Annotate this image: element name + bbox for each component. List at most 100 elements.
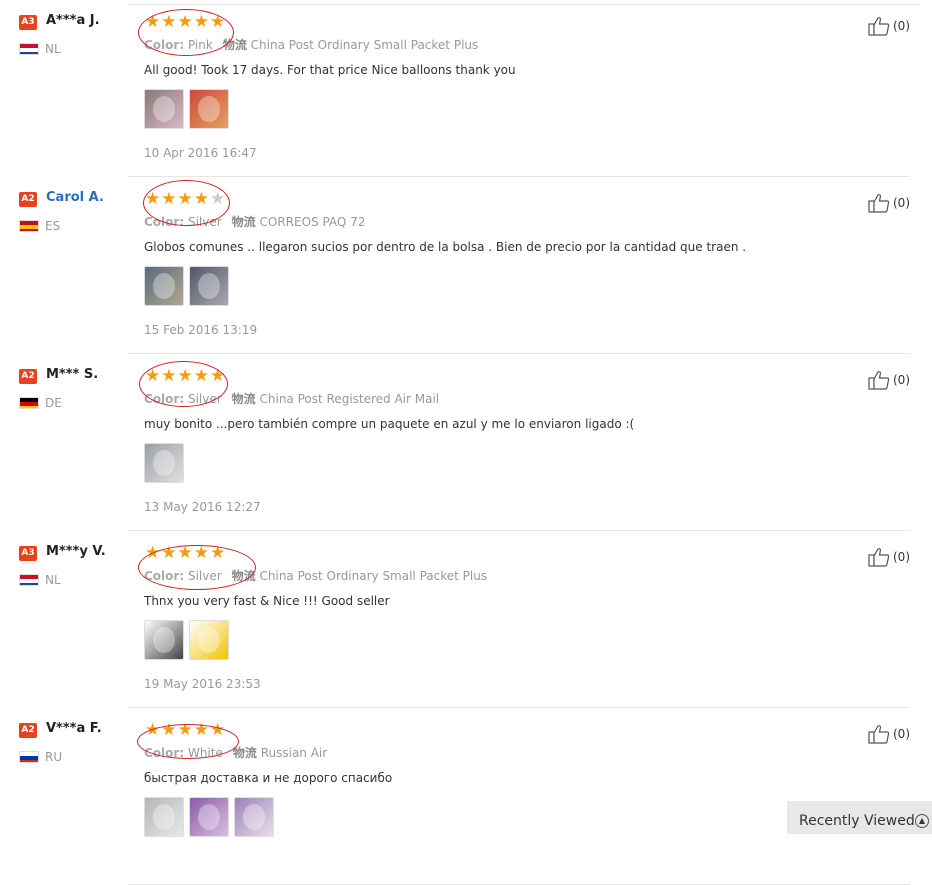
star-icon: ★ [193,720,209,740]
star-icon: ★ [145,543,161,563]
shipping-method: Russian Air [260,746,328,760]
shipping-method: China Post Registered Air Mail [259,392,440,406]
order-info: Color: Silver 物流 China Post Registered Ai… [144,390,439,407]
country-code: DE [45,396,62,410]
country-flag-icon [19,751,39,763]
color-label: Color: [144,569,185,583]
balloon-pink-photo[interactable] [144,89,184,129]
star-icon: ★ [161,12,177,32]
order-info: Color: Silver 物流 China Post Ordinary Smal… [144,567,487,584]
review-photos [144,266,229,306]
helpful-button[interactable]: (0) [868,547,910,567]
star-rating: ★ ★ ★ ★ ★ [145,12,225,32]
star-icon: ★ [210,366,226,386]
helpful-button[interactable]: (0) [868,193,910,213]
star-icon: ★ [193,543,209,563]
star-rating: ★ ★ ★ ★ ★ [145,366,225,386]
country-flag-icon [19,574,39,586]
shipping-label: 物流 [232,746,257,760]
star-rating: ★ ★ ★ ★ ★ [145,720,225,740]
reviewer-name: M*** S. [46,367,99,382]
order-info: Color: Pink 物流 China Post Ordinary Small … [144,36,478,53]
star-icon: ★ [145,12,161,32]
country-flag-icon [19,397,39,409]
color-value: Silver [187,215,222,229]
star-icon: ★ [161,366,177,386]
review-item: A2 Carol A. ES ★ ★ ★ ★ ★ Color: Silver 物流 CORREOS… [0,177,932,354]
reviewer-name: A***a J. [46,13,100,28]
recently-viewed-tab[interactable]: Recently Viewed ▲ [787,801,932,834]
star-rating: ★ ★ ★ ★ ★ [145,543,225,563]
thumbs-up-icon[interactable] [868,547,890,567]
balloon-package-photo[interactable] [144,443,184,483]
shipping-method: China Post Ordinary Small Packet Plus [250,38,479,52]
star-icon: ★ [193,366,209,386]
helpful-button[interactable]: (0) [868,370,910,390]
helpful-button[interactable]: (0) [868,16,910,36]
balloon-purple-photo[interactable] [189,797,229,837]
color-value: White [187,746,223,760]
review-comment: muy bonito ...pero también compre un paq… [144,417,635,431]
review-date: 19 May 2016 23:53 [144,677,261,691]
review-photos [144,89,229,129]
review-date: 13 May 2016 12:27 [144,500,261,514]
helpful-count: (0) [893,373,910,387]
balloon-bag-photo[interactable] [144,266,184,306]
helpful-button[interactable]: (0) [868,724,910,744]
star-icon: ★ [161,720,177,740]
review-item: A2 V***a F. RU ★ ★ ★ ★ ★ Color: White 物流 Russian … [0,708,932,885]
order-info: Color: Silver 物流 CORREOS PAQ 72 [144,213,365,230]
order-info: Color: White 物流 Russian Air [144,744,327,761]
review-item: A3 A***a J. NL ★ ★ ★ ★ ★ Color: Pink 物流 China Pos… [0,0,932,177]
country-code: NL [45,573,61,587]
buyer-level-badge: A2 [19,723,37,738]
review-comment: быстрая доставка и не дорого спасибо [144,771,393,785]
buyer-level-badge: A2 [19,369,37,384]
shipping-method: CORREOS PAQ 72 [259,215,366,229]
thumbs-up-icon[interactable] [868,193,890,213]
helpful-count: (0) [893,196,910,210]
shipping-label: 物流 [231,569,256,583]
balloon-pack-photo[interactable] [189,89,229,129]
review-comment: All good! Took 17 days. For that price N… [144,63,516,77]
country-flag-icon [19,43,39,55]
balloon-lilac-photo[interactable] [234,797,274,837]
thumbs-up-icon[interactable] [868,16,890,36]
thumbs-up-icon[interactable] [868,724,890,744]
review-date: 15 Feb 2016 13:19 [144,323,258,337]
shipping-method: China Post Ordinary Small Packet Plus [259,569,488,583]
star-icon: ★ [145,720,161,740]
helpful-count: (0) [893,727,910,741]
very-good-emoji-photo[interactable] [189,620,229,660]
buyer-level-badge: A3 [19,546,37,561]
buyer-level-badge: A3 [19,15,37,30]
buyer-level-badge: A2 [19,192,37,207]
thumbs-up-icon[interactable] [868,370,890,390]
color-label: Color: [144,215,185,229]
color-value: Silver [187,392,222,406]
reviewer-name: V***a F. [46,721,102,736]
country-code: ES [45,219,61,233]
country-flag-icon [19,220,39,232]
star-icon: ★ [177,189,193,209]
shipping-label: 物流 [231,392,256,406]
review-photos [144,620,229,660]
thank-you-note-photo[interactable] [144,620,184,660]
star-icon: ★ [177,543,193,563]
star-icon: ★ [193,12,209,32]
review-comment: Thnx you very fast & Nice !!! Good selle… [144,594,390,608]
color-label: Color: [144,38,185,52]
recently-viewed-label: Recently Viewed [799,813,915,829]
star-icon: ★ [161,543,177,563]
chevron-up-icon[interactable]: ▲ [915,814,929,828]
reviewer-name[interactable]: Carol A. [46,190,104,205]
star-icon: ★ [177,12,193,32]
balloon-white-photo[interactable] [144,797,184,837]
star-icon: ★ [193,189,209,209]
color-value: Silver [187,569,222,583]
helpful-count: (0) [893,19,910,33]
star-icon: ★ [161,189,177,209]
review-date: 10 Apr 2016 16:47 [144,146,257,160]
balloon-bag-photo-2[interactable] [189,266,229,306]
star-rating: ★ ★ ★ ★ ★ [145,189,225,209]
